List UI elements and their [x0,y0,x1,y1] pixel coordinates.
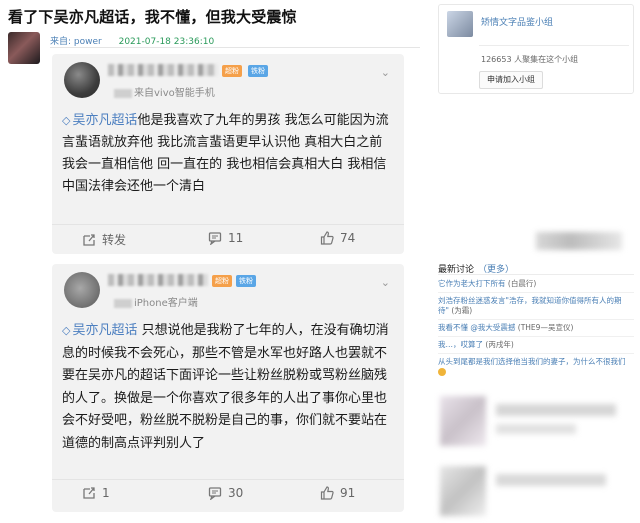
comment-actions: 1 30 91 [52,479,404,505]
post-meta: 来自: power 2021-07-18 23:36:10 [50,34,214,47]
commenter-name-blurred [108,274,208,286]
discussion-link[interactable]: 从头到尾都是我们选择他当我们的妻子，为什么不很我们 [438,357,626,366]
forum-post-page: 看了下吴亦凡超话，我不懂，但我大受震惊 来自: power 2021-07-18… [0,0,640,523]
comment-text: ◇ 吴亦凡超话他是我喜欢了九年的男孩 我怎么可能因为流言蜚语就放弃他 我比流言蜚语… [62,113,389,194]
emoji-icon [438,368,446,376]
discussion-item: 我看不懂 @我大受震撼 (THE9—吴宣仪) [438,323,574,332]
topic-icon: ◇ [62,324,71,337]
thumbs-up-icon [320,486,334,500]
thumbs-up-icon [320,231,334,245]
blurred-text [496,404,616,416]
discussion-item: 它作为老大打下所有 (白晨行) [438,279,537,288]
comment-button[interactable]: 11 [208,231,243,245]
chevron-down-icon[interactable]: ⌄ [381,276,390,289]
blurred-image [536,232,622,250]
level-badge: 铁粉 [236,275,256,287]
discussion-link[interactable]: 它作为老大打下所有 [438,279,506,288]
comment-icon [208,232,222,245]
divider [438,319,634,320]
comment-actions: 转发 11 74 [52,224,404,250]
group-info-card: 矫情文字品鉴小组 126653 人聚集在这个小组 申请加入小组 [438,4,634,94]
discussion-item: 从头到尾都是我们选择他当我们的妻子，为什么不很我们 [438,357,628,377]
comment-text: ◇ 吴亦凡超话 只想说他是我粉了七年的人，在没有确切消息的时候我不会死心，那些不管… [62,323,389,451]
discussion-item: 刘浩存粉丝迷惑发言"浩存，我就知道你值得所有人的期待" (为霜) [438,296,622,315]
repost-button[interactable]: 转发 [82,231,126,248]
divider [438,274,634,275]
topic-link[interactable]: 吴亦凡超话 [72,323,137,338]
divider [438,336,634,337]
member-count: 126653 人聚集在这个小组 [481,55,579,64]
author-avatar[interactable] [8,32,40,64]
blurred-text [496,424,576,434]
post-author[interactable]: 来自: power [50,37,102,47]
chevron-down-icon[interactable]: ⌄ [381,66,390,79]
like-button[interactable]: 74 [320,231,355,245]
repost-icon [83,233,95,246]
group-name[interactable]: 矫情文字品鉴小组 [481,15,553,28]
blurred-image [440,466,486,516]
discussion-link[interactable]: 我看不懂 @我大受震撼 [438,323,515,332]
like-button[interactable]: 91 [320,486,355,500]
divider [438,353,634,354]
divider [479,45,629,46]
comment-screenshot-1: 超粉 铁粉 来自vivo智能手机 ⌄ ◇ 吴亦凡超话他是我喜欢了九年的男孩 我怎么… [52,54,404,254]
post-title: 看了下吴亦凡超话，我不懂，但我大受震惊 [8,8,297,26]
discussion-link[interactable]: 我…，哎算了 [438,340,483,349]
commenter-name-blurred [108,64,218,76]
join-group-button[interactable]: 申请加入小组 [479,71,543,89]
fan-badge: 超粉 [222,65,242,77]
divider [438,292,634,293]
level-badge: 铁粉 [248,65,268,77]
commenter-avatar[interactable] [64,62,100,98]
repost-icon [83,487,95,499]
topic-icon: ◇ [62,114,71,127]
topic-link[interactable]: 吴亦凡超话 [72,113,137,128]
group-avatar[interactable] [447,11,473,37]
comment-screenshot-2: 超粉 铁粉 iPhone客户端 ⌄ ◇ 吴亦凡超话 只想说他是我粉了七年的人，在没… [52,264,404,512]
comment-button[interactable]: 30 [208,486,243,500]
blurred-image [440,396,486,446]
discussion-item: 我…，哎算了 (丙戌年) [438,340,514,349]
blurred-text [496,474,606,486]
commenter-avatar[interactable] [64,272,100,308]
repost-button[interactable]: 1 [82,486,110,500]
comment-icon [208,487,222,500]
device-info: iPhone客户端 [114,294,198,309]
fan-badge: 超粉 [212,275,232,287]
device-info: 来自vivo智能手机 [114,84,215,99]
post-time: 2021-07-18 23:36:10 [118,37,215,47]
divider [50,47,420,48]
